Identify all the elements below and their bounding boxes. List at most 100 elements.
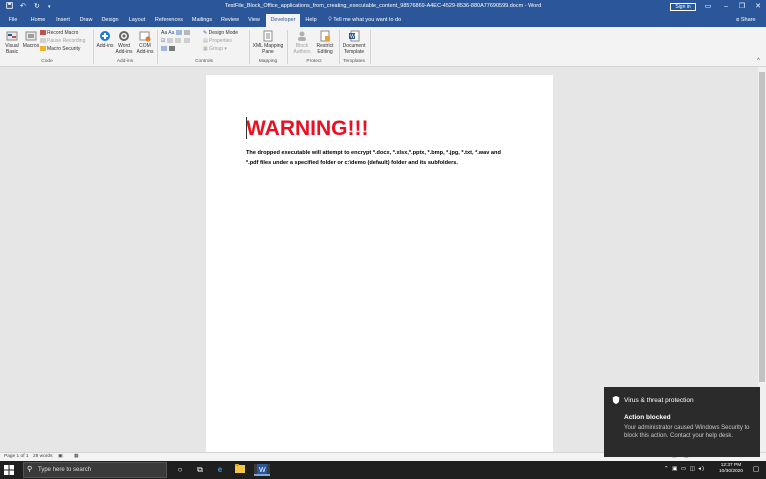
edge-icon[interactable]: e [214, 464, 226, 476]
group-label-controls: Controls [195, 59, 213, 64]
building-block-control-icon[interactable] [184, 30, 191, 36]
macros-label: Macros [22, 43, 40, 49]
notification-icon[interactable]: ▢ [750, 464, 762, 476]
tab-help[interactable]: Help [302, 14, 320, 27]
lock-icon [319, 30, 331, 42]
macros-button[interactable]: Macros [22, 30, 40, 49]
design-mode-button[interactable]: ✎ Design Mode [203, 30, 238, 37]
svg-text:W: W [350, 34, 355, 40]
page-count[interactable]: Page 1 of 1 [4, 454, 29, 459]
tab-review[interactable]: Review [218, 14, 242, 27]
document-body-text: The dropped executable will attempt to e… [246, 150, 501, 166]
restore-button[interactable]: ❐ [734, 1, 750, 13]
word-add-ins-button[interactable]: Word Add-ins [114, 30, 134, 55]
visual-basic-label: Visual Basic [5, 43, 19, 55]
tab-developer[interactable]: Developer [266, 14, 300, 27]
title-bar: ↶ ↻ ▾ TestFile_Block_Office_applications… [0, 0, 766, 14]
group-separator [249, 30, 250, 64]
repeating-section-icon[interactable] [161, 46, 167, 52]
macro-recording-icon[interactable]: ▦ [74, 454, 79, 459]
document-page[interactable]: WARNING!!! The dropped executable will a… [206, 75, 553, 452]
share-button[interactable]: ⍝ Share [736, 14, 756, 27]
legacy-tools-icon[interactable] [169, 46, 176, 52]
clock-date: 10/30/2020 [718, 469, 743, 474]
text-cursor [246, 117, 247, 139]
properties-icon: ▤ [203, 38, 208, 44]
word-icon[interactable]: W [254, 464, 270, 476]
tell-me-box[interactable]: 💡︎ Tell me what you want to do [328, 14, 401, 27]
tab-layout[interactable]: Layout [124, 14, 150, 27]
com-add-ins-icon [139, 30, 151, 42]
record-macro-icon [40, 30, 46, 36]
security-notification[interactable]: Virus & threat protection Action blocked… [604, 387, 760, 457]
tell-me-text: Tell me what you want to do [333, 17, 402, 23]
properties-button[interactable]: ▤ Properties [203, 38, 232, 45]
tab-file[interactable]: File [3, 14, 23, 27]
group-button[interactable]: ▦ Group ▾ [203, 46, 227, 53]
plain-text-control-icon[interactable]: Aa [168, 30, 174, 36]
group-separator [93, 30, 94, 64]
ribbon-developer: Visual Basic Macros Record Macro Pause R… [0, 27, 766, 67]
design-mode-label: Design Mode [208, 30, 239, 36]
rich-text-control-icon[interactable]: Aa [161, 30, 167, 36]
file-explorer-icon[interactable] [234, 464, 246, 476]
notification-app-name: Virus & threat protection [624, 397, 694, 404]
cortana-icon[interactable]: ○ [174, 464, 186, 476]
group-separator [370, 30, 371, 64]
proofing-icon[interactable]: ▣ [58, 454, 63, 459]
collapse-ribbon-icon[interactable]: ^ [757, 58, 760, 64]
share-label: Share [740, 17, 756, 23]
visual-basic-button[interactable]: Visual Basic [3, 30, 21, 55]
tab-view[interactable]: View [244, 14, 264, 27]
com-add-ins-button[interactable]: COM Add-ins [135, 30, 155, 55]
group-label-code: Code [41, 59, 53, 64]
sign-in-button[interactable]: Sign in [670, 3, 696, 11]
properties-label: Properties [209, 38, 232, 44]
macro-security-button[interactable]: Macro Security [40, 46, 80, 53]
tab-design[interactable]: Design [98, 14, 122, 27]
drop-down-control-icon[interactable] [175, 38, 182, 44]
group-label-protect: Protect [306, 59, 322, 64]
tab-home[interactable]: Home [26, 14, 50, 27]
block-authors-button[interactable]: Block Authors [292, 30, 312, 55]
tab-draw[interactable]: Draw [76, 14, 96, 27]
task-view-icon[interactable]: ⧉ [194, 464, 206, 476]
close-button[interactable]: ✕ [750, 1, 766, 13]
block-authors-icon [296, 30, 308, 42]
word-count[interactable]: 28 words [33, 454, 52, 459]
tab-mailings[interactable]: Mailings [188, 14, 216, 27]
ribbon-tabs: File Home Insert Draw Design Layout Refe… [0, 14, 766, 27]
document-template-button[interactable]: W Document Template [341, 30, 367, 55]
group-label-templates: Templates [343, 59, 365, 64]
add-ins-icon [99, 30, 111, 42]
xml-mapping-pane-button[interactable]: XML Mapping Pane [252, 30, 284, 55]
system-tray[interactable]: ⌃ ▣ ▭ ◫ ◂) [664, 466, 705, 472]
taskbar-clock[interactable]: 12:37 PM 10/30/2020 [716, 463, 746, 475]
document-template-label: Document Template [342, 43, 366, 55]
scrollbar-thumb[interactable] [759, 72, 765, 382]
xml-mapping-icon [262, 30, 274, 42]
add-ins-button[interactable]: Add-ins [96, 30, 114, 49]
windows-start-icon[interactable] [3, 464, 15, 476]
ribbon-display-options-icon[interactable]: ▭ [700, 1, 716, 13]
picture-control-icon[interactable] [175, 30, 182, 36]
tab-insert[interactable]: Insert [52, 14, 74, 27]
taskbar: ⚲ Type here to search ○ ⧉ e W ⌃ ▣ ▭ ◫ ◂)… [0, 461, 766, 479]
word-template-icon: W [348, 30, 360, 42]
combo-box-control-icon[interactable] [166, 38, 173, 44]
taskbar-search-box[interactable]: ⚲ Type here to search [23, 462, 167, 478]
com-add-ins-label: COM Add-ins [136, 43, 154, 55]
record-macro-label: Record Macro [47, 30, 79, 36]
pause-recording-button[interactable]: Pause Recording [40, 38, 85, 45]
design-mode-icon: ✎ [203, 30, 208, 36]
record-macro-button[interactable]: Record Macro [40, 30, 78, 37]
search-icon: ⚲ [27, 466, 33, 473]
tab-references[interactable]: References [152, 14, 186, 27]
restrict-editing-label: Restrict Editing [316, 43, 334, 55]
date-picker-control-icon[interactable] [183, 38, 190, 44]
control-row-3 [161, 46, 176, 53]
shield-icon [612, 396, 620, 404]
checkbox-control-icon[interactable]: ☑ [161, 38, 165, 44]
minimize-button[interactable]: – [718, 1, 734, 13]
restrict-editing-button[interactable]: Restrict Editing [314, 30, 336, 55]
